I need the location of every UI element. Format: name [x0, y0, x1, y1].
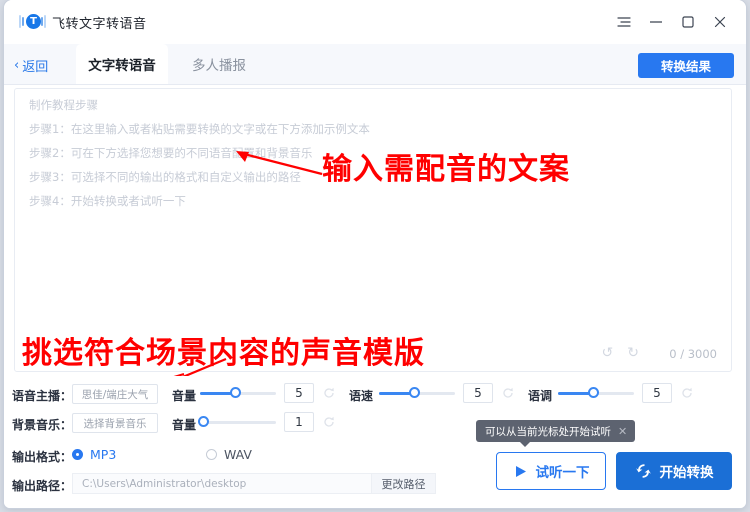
tab-multi-speaker[interactable]: 多人播报	[176, 44, 262, 84]
preview-button-label: 试听一下	[535, 465, 590, 481]
maximize-icon[interactable]	[672, 8, 704, 36]
change-path-label: 更改路径	[381, 477, 426, 491]
voice-select-value: 思佳/端庄大气	[81, 388, 149, 401]
window-controls	[608, 8, 736, 36]
pitch-reset-icon[interactable]	[680, 387, 693, 400]
speed-reset-icon[interactable]	[501, 387, 514, 400]
voice-row-label: 语音主播：	[12, 389, 73, 403]
bgm-volume-value[interactable]: 1	[284, 412, 314, 432]
voice-select[interactable]: 思佳/端庄大气	[72, 384, 158, 404]
path-row-label: 输出路径：	[12, 479, 73, 493]
preview-button[interactable]: 试听一下	[496, 452, 606, 490]
pitch-value[interactable]: 5	[642, 383, 672, 403]
application-window: T 飞转文字转语音 ‹ 返回 文字转语音 多人播报 转换结果 制作教程步骤 步骤…	[4, 0, 746, 508]
bgm-volume-reset-icon[interactable]	[322, 416, 335, 429]
slider-knob[interactable]	[229, 387, 241, 398]
radio-wav[interactable]: WAV	[206, 447, 252, 462]
preview-tooltip: 可以从当前光标处开始试听 ✕	[476, 420, 636, 447]
tooltip-close-icon[interactable]: ✕	[618, 425, 627, 438]
app-logo-icon: T	[19, 11, 46, 33]
bgm-select-value: 选择背景音乐	[83, 417, 147, 430]
tab-bar: ‹ 返回 文字转语音 多人播报 转换结果	[4, 44, 746, 85]
speed-value[interactable]: 5	[463, 383, 493, 403]
logo-letter: T	[26, 14, 41, 29]
format-row-label: 输出格式：	[12, 450, 73, 464]
placeholder-step-2: 步骤2：可在下方选择您想要的不同语音配置和背景音乐	[29, 146, 313, 160]
voice-volume-label: 音量	[172, 389, 197, 403]
radio-dot	[72, 449, 83, 460]
placeholder-step-4: 步骤4：开始转换或者试听一下	[29, 194, 186, 208]
tooltip-text: 可以从当前光标处开始试听	[485, 425, 611, 438]
minimize-icon[interactable]	[640, 8, 672, 36]
close-icon[interactable]	[704, 8, 736, 36]
menu-icon[interactable]	[608, 8, 640, 36]
play-icon	[513, 464, 528, 479]
bgm-volume-label: 音量	[172, 418, 197, 432]
bgm-select[interactable]: 选择背景音乐	[72, 413, 158, 433]
radio-wav-label: WAV	[224, 447, 252, 462]
back-button[interactable]: ‹ 返回	[14, 54, 48, 76]
radio-mp3[interactable]: MP3	[72, 447, 116, 462]
editor-footer: ↺ ↻ 0 / 3000	[15, 343, 731, 365]
radio-mp3-label: MP3	[90, 447, 117, 462]
text-editor-area[interactable]: 制作教程步骤 步骤1：在这里输入或者粘贴需要转换的文字或在下方添加示例文本 步骤…	[14, 88, 732, 372]
slider-knob[interactable]	[408, 387, 420, 398]
slider-knob[interactable]	[587, 387, 599, 398]
bgm-row-label: 背景音乐：	[12, 418, 73, 432]
pitch-slider[interactable]	[558, 385, 634, 401]
tab-label: 多人播报	[192, 58, 246, 74]
slider-track	[200, 421, 276, 424]
slider-fill	[379, 392, 413, 395]
slider-fill	[558, 392, 592, 395]
tab-text-to-speech[interactable]: 文字转语音	[76, 44, 168, 84]
back-button-label: 返回	[22, 59, 49, 75]
speed-label: 语速	[349, 389, 374, 403]
placeholder-step-3: 步骤3：可选择不同的输出的格式和自定义输出的路径	[29, 170, 301, 184]
convert-result-button[interactable]: 转换结果	[638, 53, 734, 78]
slider-knob[interactable]	[198, 416, 209, 427]
speed-slider[interactable]	[379, 385, 455, 401]
pitch-label: 语调	[528, 389, 553, 403]
slider-fill	[200, 392, 234, 395]
undo-redo-group: ↺ ↻	[602, 345, 639, 361]
character-counter: 0 / 3000	[669, 347, 717, 361]
voice-row: 语音主播： 思佳/端庄大气 音量 5 语速 5 语调 5	[4, 382, 746, 406]
start-button-label: 开始转换	[659, 465, 714, 481]
radio-dot	[206, 449, 217, 460]
placeholder-title: 制作教程步骤	[29, 98, 98, 112]
chevron-left-icon: ‹	[14, 57, 20, 73]
placeholder-step-1: 步骤1：在这里输入或者粘贴需要转换的文字或在下方添加示例文本	[29, 122, 370, 136]
undo-icon[interactable]: ↺	[602, 345, 614, 361]
tab-label: 文字转语音	[88, 58, 156, 74]
voice-volume-reset-icon[interactable]	[322, 387, 335, 400]
voice-volume-slider[interactable]	[200, 385, 276, 401]
start-convert-button[interactable]: 开始转换	[616, 452, 732, 490]
app-title: 飞转文字转语音	[52, 17, 147, 32]
bgm-volume-slider[interactable]	[198, 414, 276, 430]
title-bar: T 飞转文字转语音	[4, 0, 746, 45]
lightning-icon	[635, 463, 652, 479]
change-path-button[interactable]: 更改路径	[372, 473, 436, 494]
voice-volume-value[interactable]: 5	[284, 383, 314, 403]
output-path-field[interactable]: C:\Users\Administrator\desktop	[72, 473, 372, 494]
convert-result-label: 转换结果	[660, 59, 711, 74]
redo-icon[interactable]: ↻	[627, 345, 639, 361]
